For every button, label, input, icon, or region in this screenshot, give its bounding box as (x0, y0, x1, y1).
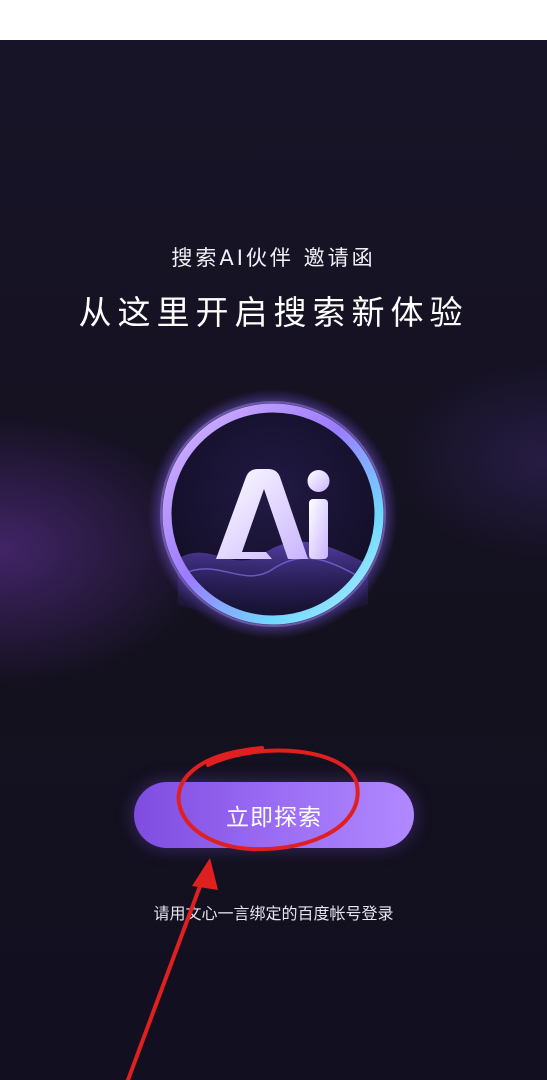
invite-screen: 搜索AI伙伴 邀请函 从这里开启搜索新体验 立即探索 请用文心一言绑定的百度帐号… (0, 40, 547, 1080)
ai-orb-logo (148, 389, 398, 639)
invite-headline: 从这里开启搜索新体验 (78, 293, 469, 332)
red-arrow-icon (126, 858, 218, 1080)
ai-orb-icon (148, 389, 398, 639)
explore-button[interactable]: 立即探索 (134, 782, 414, 848)
invite-subtitle: 搜索AI伙伴 邀请函 (171, 246, 376, 270)
login-hint: 请用文心一言绑定的百度帐号登录 (153, 904, 394, 923)
top-white-strip (0, 0, 547, 40)
